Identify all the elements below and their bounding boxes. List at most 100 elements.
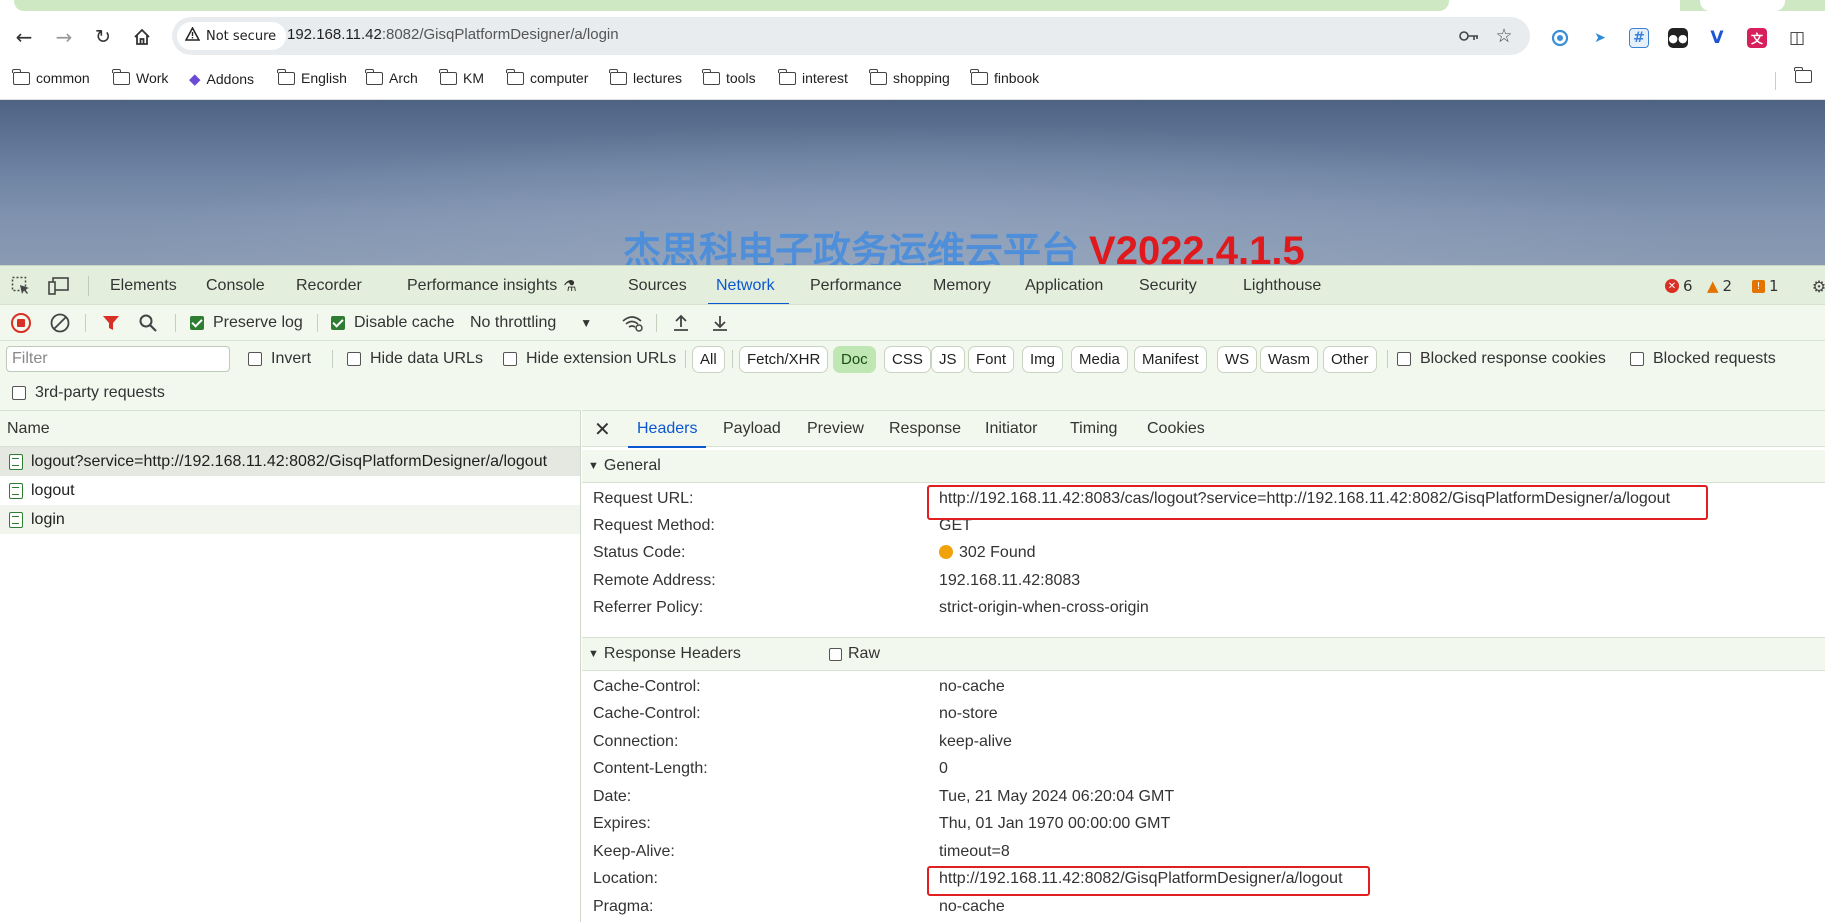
tab-memory[interactable]: Memory [933,266,991,305]
bookmark-shopping[interactable]: shopping [869,68,950,86]
blocked-response-cookies-checkbox[interactable]: Blocked response cookies [1397,346,1606,372]
extension-circle-icon[interactable] [1550,28,1570,48]
inspect-element-icon[interactable] [10,275,32,297]
extensions-puzzle-icon[interactable]: ◫ [1787,28,1807,48]
hide-extension-urls-checkbox[interactable]: Hide extension URLs [503,346,676,372]
bookmark-label: Addons [206,71,255,87]
network-conditions-icon[interactable] [620,305,644,341]
tab-application[interactable]: Application [1025,266,1103,305]
settings-gear-icon[interactable]: ⚙ [1808,275,1825,297]
bookmark-interest[interactable]: interest [778,68,848,86]
type-filter-wasm[interactable]: Wasm [1260,346,1318,373]
bookmark-tools[interactable]: tools [702,68,756,86]
hide-data-urls-checkbox[interactable]: Hide data URLs [347,346,483,372]
record-stop-icon[interactable] [10,305,32,341]
extension-hash-icon[interactable]: # [1629,28,1649,48]
invert-checkbox[interactable]: Invert [248,346,311,372]
folder-icon [277,68,295,85]
import-har-icon[interactable] [671,305,691,341]
bookmark-km[interactable]: KM [439,68,484,86]
key-icon[interactable] [1459,26,1479,46]
name-column-header[interactable]: Name [0,411,580,447]
tab-elements[interactable]: Elements [110,266,177,305]
type-filter-other[interactable]: Other [1323,346,1377,373]
third-party-requests-checkbox[interactable]: 3rd-party requests [12,380,165,406]
type-filter-doc[interactable]: Doc [833,346,876,373]
bookmark-finbook[interactable]: finbook [970,68,1039,86]
url-text[interactable]: 192.168.11.42:8082/GisqPlatformDesigner/… [287,26,619,43]
bookmark-arch[interactable]: Arch [365,68,418,86]
extension-v-icon[interactable]: V [1707,28,1727,48]
tab-sources[interactable]: Sources [628,266,687,305]
request-row[interactable]: logout?service=http://192.168.11.42:8082… [0,447,580,476]
checkbox-unchecked [1630,352,1644,366]
bookmark-work[interactable]: Work [112,68,168,86]
dropdown-arrow-icon: ▼ [580,316,593,330]
close-icon[interactable]: ✕ [594,411,611,447]
type-filter-manifest[interactable]: Manifest [1134,346,1207,373]
tab-response[interactable]: Response [889,411,961,447]
tab-payload[interactable]: Payload [723,411,781,447]
search-icon[interactable] [138,305,158,341]
security-chip[interactable]: Not secure [177,22,287,50]
export-har-icon[interactable] [710,305,730,341]
tab-console[interactable]: Console [206,266,265,305]
type-filter-font[interactable]: Font [968,346,1015,373]
reload-icon[interactable]: ↻ [89,23,117,51]
bookmark-addons[interactable]: ◆ Addons [189,70,254,88]
errors-badge[interactable]: ✕ 6 [1665,277,1693,295]
type-filter-css[interactable]: CSS [884,346,931,373]
type-filter-img[interactable]: Img [1022,346,1064,373]
response-headers-section-header[interactable]: ▼ Response Headers Raw [582,638,1825,670]
issues-badge[interactable]: ! 1 [1752,277,1779,295]
bookmark-computer[interactable]: computer [506,68,588,86]
type-filter-ws[interactable]: WS [1217,346,1258,373]
home-icon[interactable] [128,23,156,51]
extension-mask-icon[interactable]: ●● [1668,28,1688,48]
tab-recorder[interactable]: Recorder [296,266,362,305]
all-bookmarks-folder[interactable] [1794,67,1812,83]
preserve-log-checkbox[interactable]: Preserve log [190,305,303,341]
other-tab[interactable] [1700,0,1785,11]
bookmark-common[interactable]: common [12,68,90,86]
type-filter-fetch-xhr[interactable]: Fetch/XHR [739,346,829,373]
tab-preview[interactable]: Preview [807,411,864,447]
bookmark-lectures[interactable]: lectures [609,68,682,86]
star-icon[interactable]: ☆ [1494,25,1514,47]
type-filter-js[interactable]: JS [931,346,965,373]
filter-funnel-icon[interactable] [101,305,121,341]
tab-performance[interactable]: Performance [810,266,902,305]
throttling-select[interactable]: No throttling ▼ [470,305,592,341]
request-row[interactable]: logout [0,476,580,505]
tab-initiator[interactable]: Initiator [985,411,1037,447]
general-section-header[interactable]: ▼ General [582,450,1825,482]
tab-performance-insights[interactable]: Performance insights ⚗ [407,266,577,305]
extension-bird-icon[interactable]: ➤ [1590,28,1610,48]
tab-cookies[interactable]: Cookies [1147,411,1205,447]
toolbar-divider [656,314,657,332]
address-bar[interactable]: Not secure 192.168.11.42:8082/GisqPlatfo… [172,17,1530,55]
disable-cache-checkbox[interactable]: Disable cache [331,305,455,341]
back-icon[interactable]: ← [10,23,38,51]
checkbox-unchecked [503,352,517,366]
tab-network[interactable]: Network [708,266,789,305]
type-filter-media[interactable]: Media [1071,346,1128,373]
forward-icon[interactable]: → [50,23,78,51]
tab-lighthouse[interactable]: Lighthouse [1243,266,1321,305]
raw-checkbox[interactable]: Raw [829,645,880,663]
request-row[interactable]: login [0,505,580,534]
type-filter-all[interactable]: All [692,346,725,373]
blocked-requests-checkbox[interactable]: Blocked requests [1630,346,1776,372]
filter-input[interactable]: Filter [6,346,230,372]
device-toolbar-icon[interactable] [48,275,70,297]
tab-timing[interactable]: Timing [1070,411,1117,447]
tab-headers[interactable]: Headers [627,411,708,448]
clear-icon[interactable] [49,305,71,341]
warnings-badge[interactable]: ▲ 2 [1707,277,1732,295]
active-tab[interactable] [14,0,1449,11]
bookmark-english[interactable]: English [277,68,347,86]
tab-security[interactable]: Security [1139,266,1197,305]
extension-translate-icon[interactable]: 文 [1747,28,1767,48]
blocked-response-cookies-label: Blocked response cookies [1420,350,1606,367]
browser-toolbar: ← → ↻ Not secure 192.168.11.42:8082/Gisq… [0,11,1825,62]
